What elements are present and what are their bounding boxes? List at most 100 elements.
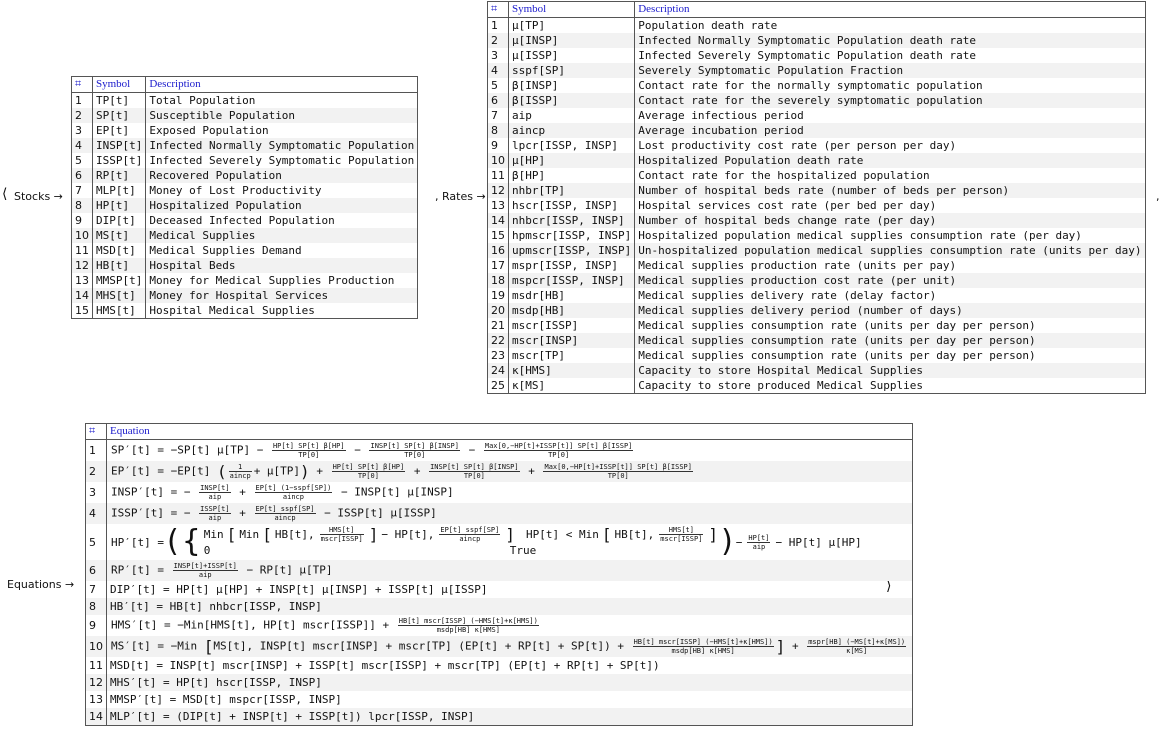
- row-description: Money for Medical Supplies Production: [145, 273, 418, 288]
- table-row: 22 mscr[INSP] Medical supplies consumption…: [487, 333, 1146, 348]
- row-description: Medical supplies consumption rate (units…: [634, 318, 1146, 333]
- table-row: 10 μ[HP] Hospitalized Population death rat…: [487, 153, 1146, 168]
- table-row: 17 mspr[ISSP, INSP] Medical supplies produ…: [487, 258, 1146, 273]
- row-symbol: upmscr[ISSP, INSP]: [507, 243, 635, 258]
- row-description: Un-hospitalized population medical suppl…: [634, 243, 1146, 258]
- table-row: 19 msdr[HB] Medical supplies delivery rate…: [487, 288, 1146, 303]
- table-row: 3 μ[ISSP] Infected Severely Symptomatic Po…: [487, 48, 1146, 63]
- eq-text: −: [468, 443, 476, 457]
- fraction: HB[t] mscr[ISSP] (−HMS[t]+κ[HMS]) msdp[HB…: [632, 638, 774, 655]
- eq-text: SP′[t] = −SP[t] μ[TP] −: [111, 443, 264, 457]
- equation-7: DIP′[t] = HP[t] μ[HP] + INSP[t] μ[INSP] …: [105, 581, 913, 598]
- eq-text: − ISSP[t] μ[ISSP]: [324, 506, 437, 520]
- row-symbol: β[HP]: [507, 168, 635, 183]
- row-description: Hospitalized Population death rate: [634, 153, 1146, 168]
- denominator: TP[0]: [463, 472, 485, 480]
- row-number: 10: [487, 153, 509, 168]
- table-row: 5 ISSP[t] Infected Severely Symptomatic Po…: [71, 153, 418, 168]
- fraction: mspr[HB] (−MS[t]+κ[MS]) κ[MS]: [807, 638, 907, 655]
- equations-label: Equations →: [7, 578, 75, 591]
- row-number: 4: [487, 63, 509, 78]
- row-description: Hospital Medical Supplies: [145, 303, 418, 319]
- table-row: 23 mscr[TP] Medical supplies consumption r…: [487, 348, 1146, 363]
- fraction: INSP[t] aip: [199, 484, 231, 501]
- equation-13: MMSP′[t] = MSD[t] mspcr[ISSP, INSP]: [105, 691, 913, 708]
- table-row: 11 β[HP] Contact rate for the hospitalized…: [487, 168, 1146, 183]
- col-number-header: ⌗: [71, 76, 93, 93]
- col-number-header: ⌗: [85, 423, 107, 440]
- denominator: TP[0]: [404, 451, 426, 459]
- table-row: 1 TP[t] Total Population: [71, 92, 418, 108]
- equation-row: 10 MS′[t] = −Min [MS[t], INSP[t] mscr[IN…: [85, 636, 913, 657]
- fraction: Max[0,−HP[t]+ISSP[t]] SP[t] β[ISSP] TP[0]: [483, 442, 634, 459]
- fraction: INSP[t] SP[t] β[INSP] TP[0]: [429, 463, 520, 480]
- row-symbol: RP[t]: [91, 168, 146, 183]
- fraction: HB[t] mscr[ISSP] (−HMS[t]+κ[HMS]) msdp[HB…: [397, 617, 539, 634]
- fraction: HP[t] SP[t] β[HP] TP[0]: [271, 442, 346, 459]
- eq-text: HP′[t] =: [111, 535, 164, 549]
- row-description: Infected Severely Symptomatic Population: [145, 153, 418, 168]
- eq-text: INSP′[t] = −: [111, 485, 191, 499]
- row-number: 11: [487, 168, 509, 183]
- numerator: HB[t] mscr[ISSP] (−HMS[t]+κ[HMS]): [632, 638, 774, 647]
- row-description: Number of hospital beds rate (number of …: [634, 183, 1146, 198]
- row-number: 10: [71, 228, 93, 243]
- table-row: 16 upmscr[ISSP, INSP] Un-hospitalized popu…: [487, 243, 1146, 258]
- row-symbol: HP[t]: [91, 198, 146, 213]
- equation-row: 11 MSD[t] = INSP[t] mscr[INSP] + ISSP[t]…: [85, 657, 913, 674]
- row-description: Deceased Infected Population: [145, 213, 418, 228]
- bracket: [: [203, 637, 214, 656]
- row-symbol: SP[t]: [91, 108, 146, 123]
- row-number: 5: [71, 153, 93, 168]
- row-number: 11: [85, 657, 107, 674]
- row-number: 4: [71, 138, 93, 153]
- row-symbol: MSD[t]: [91, 243, 146, 258]
- numerator: Max[0,−HP[t]+ISSP[t]] SP[t] β[ISSP]: [483, 442, 634, 451]
- row-symbol: aip: [507, 108, 635, 123]
- row-number: 21: [487, 318, 509, 333]
- numerator: INSP[t] SP[t] β[INSP]: [369, 442, 460, 451]
- row-number: 1: [71, 92, 93, 108]
- piecewise-cases: Min [ Min [ HB[t], HMS[t] mscr[ISSP] ] − …: [204, 526, 718, 558]
- row-symbol: mspcr[ISSP, INSP]: [507, 273, 635, 288]
- row-symbol: nhbcr[ISSP, INSP]: [507, 213, 635, 228]
- row-symbol: DIP[t]: [91, 213, 146, 228]
- row-description: Infected Severely Symptomatic Population…: [634, 48, 1146, 63]
- row-description: Contact rate for the hospitalized popula…: [634, 168, 1146, 183]
- row-number: 20: [487, 303, 509, 318]
- equation-row: 13 MMSP′[t] = MSD[t] mspcr[ISSP, INSP]: [85, 691, 913, 708]
- row-number: 19: [487, 288, 509, 303]
- row-description: Lost productivity cost rate (per person …: [634, 138, 1146, 153]
- row-description: Capacity to store produced Medical Suppl…: [634, 378, 1146, 394]
- row-description: Medical supplies production rate (units …: [634, 258, 1146, 273]
- equation-1: SP′[t] = −SP[t] μ[TP] − HP[t] SP[t] β[HP…: [105, 439, 913, 461]
- row-number: 6: [85, 560, 107, 581]
- eq-text: True: [509, 544, 537, 557]
- equation-3: INSP′[t] = − INSP[t] aip + EP[t] (1−sspf[…: [105, 482, 913, 503]
- bracket: [: [262, 525, 272, 544]
- row-symbol: MMSP[t]: [91, 273, 146, 288]
- row-number: 14: [85, 708, 107, 726]
- denominator: aip: [752, 542, 766, 551]
- denominator: msdp[HB] κ[HMS]: [671, 647, 735, 655]
- row-description: Hospital services cost rate (per bed per…: [634, 198, 1146, 213]
- fraction: HP[t] SP[t] β[HP] TP[0]: [331, 463, 406, 480]
- equation-row: 6 RP′[t] = INSP[t]+ISSP[t] aip − RP[t] μ[…: [85, 560, 913, 581]
- row-symbol: β[INSP]: [507, 78, 635, 93]
- row-description: Hospitalized population medical supplies…: [634, 228, 1146, 243]
- row-symbol: MHS[t]: [91, 288, 146, 303]
- eq-text: +: [316, 464, 323, 478]
- row-number: 2: [487, 33, 509, 48]
- row-number: 14: [487, 213, 509, 228]
- col-number-header: ⌗: [487, 1, 509, 18]
- row-description: Medical supplies delivery period (number…: [634, 303, 1146, 318]
- table-row: 14 MHS[t] Money for Hospital Services: [71, 288, 418, 303]
- paren: (: [216, 462, 227, 481]
- row-number: 4: [85, 503, 107, 524]
- fraction: EP[t] sspf[SP] aincp: [439, 526, 501, 543]
- eq-text: HB[t],: [274, 528, 315, 541]
- row-number: 9: [71, 213, 93, 228]
- eq-text: HB[t],: [614, 528, 655, 541]
- table-row: 9 DIP[t] Deceased Infected Population: [71, 213, 418, 228]
- equation-row: 2 EP′[t] = −EP[t] (1 aincp + μ[TP]) + HP[t…: [85, 461, 913, 482]
